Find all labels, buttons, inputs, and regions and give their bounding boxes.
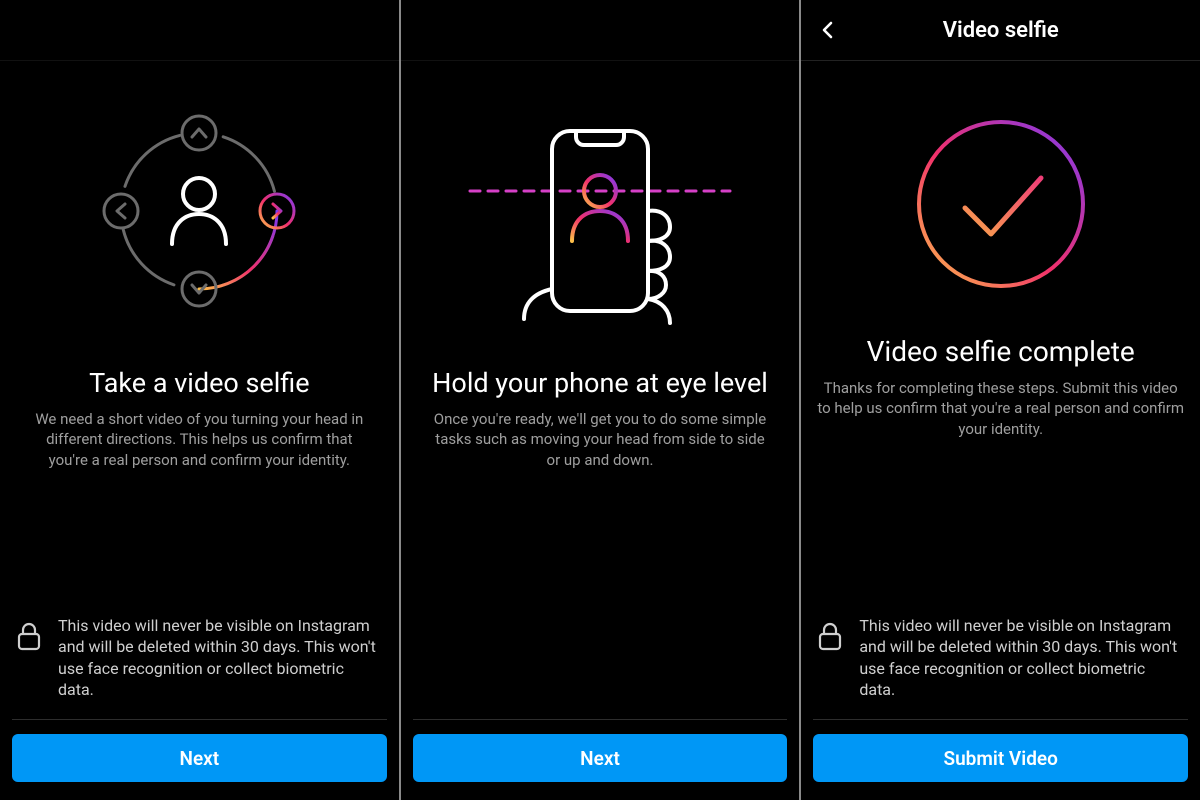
illustration-rotate-head (0, 61, 399, 361)
back-button[interactable] (815, 17, 841, 43)
privacy-text: This video will never be visible on Inst… (859, 615, 1182, 701)
panel-heading: Take a video selfie (73, 367, 326, 399)
checkmark-icon (901, 104, 1101, 304)
onboarding-panel-2: Hold your phone at eye level Once you're… (399, 0, 800, 800)
next-button[interactable]: Next (413, 734, 788, 782)
three-panel-container: Take a video selfie We need a short vide… (0, 0, 1200, 800)
divider (813, 719, 1188, 720)
chevron-left-icon (819, 21, 837, 39)
header-spacer (401, 0, 800, 61)
panel-heading: Video selfie complete (851, 335, 1151, 368)
illustration-complete (801, 79, 1200, 329)
rotate-head-icon (74, 86, 324, 336)
lock-icon (16, 621, 42, 651)
onboarding-panel-3: Video selfie Video s (799, 0, 1200, 800)
panel-heading: Hold your phone at eye level (416, 367, 784, 399)
divider (12, 719, 387, 720)
divider (413, 719, 788, 720)
submit-video-button[interactable]: Submit Video (813, 734, 1188, 782)
onboarding-panel-1: Take a video selfie We need a short vide… (0, 0, 399, 800)
privacy-note: This video will never be visible on Inst… (801, 615, 1200, 701)
panel-body: Once you're ready, we'll get you to do s… (401, 409, 800, 470)
illustration-phone-eye-level (401, 61, 800, 361)
next-button[interactable]: Next (12, 734, 387, 782)
privacy-note: This video will never be visible on Inst… (0, 615, 399, 701)
header-spacer (0, 0, 399, 61)
privacy-text: This video will never be visible on Inst… (58, 615, 381, 701)
panel-body: Thanks for completing these steps. Submi… (801, 378, 1200, 439)
header-bar: Video selfie (801, 0, 1200, 61)
lock-icon (817, 621, 843, 651)
panel-body: We need a short video of you turning you… (0, 409, 399, 470)
header-title: Video selfie (943, 18, 1059, 43)
phone-selfie-icon (440, 91, 760, 331)
